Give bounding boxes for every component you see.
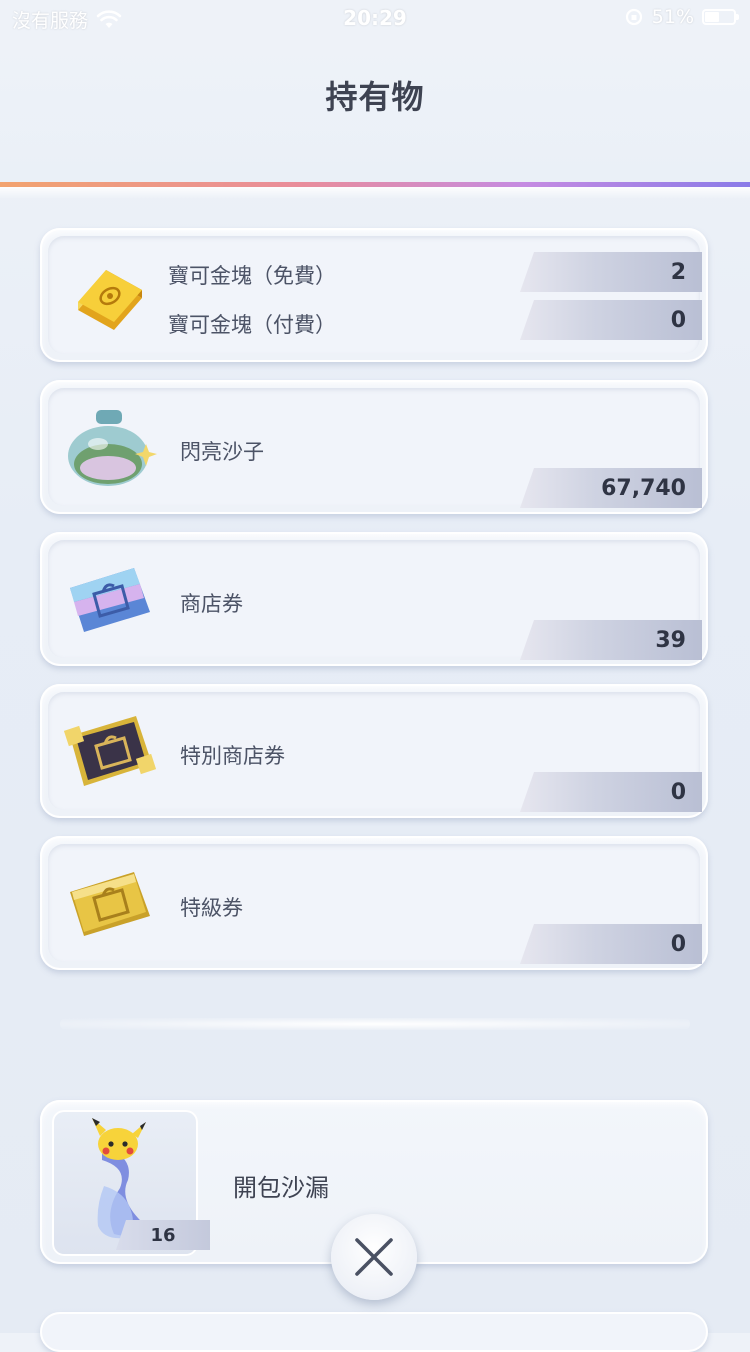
item-card-gold: 寶可金塊（免費） 2 寶可金塊（付費） 0 — [40, 228, 708, 362]
page-title: 持有物 — [325, 78, 425, 116]
item-card-next-partial — [40, 1312, 708, 1352]
shop-ticket-label: 商店券 — [180, 592, 243, 616]
premium-ticket-value: 0 — [520, 924, 702, 964]
special-shop-ticket-icon — [64, 716, 156, 786]
hourglass-thumbnail: 16 — [52, 1110, 210, 1256]
item-card-shop-ticket: 商店券 39 — [40, 532, 708, 666]
shiny-sand-value: 67,740 — [520, 468, 702, 508]
shop-ticket-icon — [70, 568, 150, 632]
close-button[interactable] — [331, 1214, 417, 1300]
shiny-sand-bottle-icon — [68, 410, 157, 486]
hourglass-label: 開包沙漏 — [233, 1174, 329, 1202]
battery-icon — [702, 9, 739, 25]
gold-bar-icon — [78, 270, 142, 330]
hourglass-count-badge: 16 — [116, 1220, 210, 1250]
status-bar: 沒有服務 20:29 51% — [0, 0, 750, 38]
section-divider — [60, 1018, 690, 1030]
orientation-lock-icon — [625, 8, 642, 26]
premium-ticket-label: 特級券 — [180, 896, 243, 920]
close-icon — [355, 1238, 393, 1276]
status-right: 51% — [624, 6, 739, 28]
premium-ticket-icon — [70, 872, 150, 936]
item-card-shiny-sand: 閃亮沙子 67,740 — [40, 380, 708, 514]
shiny-sand-label: 閃亮沙子 — [180, 440, 264, 464]
item-card-premium-ticket: 特級券 0 — [40, 836, 708, 970]
battery-percent: 51% — [651, 6, 694, 28]
header-shadow — [0, 187, 750, 199]
item-card-special-shop-ticket: 特別商店券 0 — [40, 684, 708, 818]
gold-paid-label: 寶可金塊（付費） — [168, 313, 336, 337]
special-shop-ticket-label: 特別商店券 — [180, 744, 285, 768]
gold-free-label: 寶可金塊（免費） — [168, 264, 336, 288]
gold-paid-value: 0 — [520, 300, 702, 340]
shop-ticket-value: 39 — [520, 620, 702, 660]
special-shop-ticket-value: 0 — [520, 772, 702, 812]
gold-free-value: 2 — [520, 252, 702, 292]
